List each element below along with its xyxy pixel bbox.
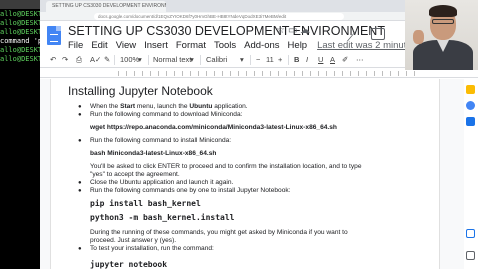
activity-trend-icon[interactable]: ⟋	[347, 28, 357, 45]
address-bar[interactable]: docs.google.com/document/d/1EQvZYIOKD6f7…	[94, 13, 344, 20]
horizontal-ruler	[40, 69, 478, 78]
wget-command: wget https://repo.anaconda.com/miniconda…	[90, 124, 337, 131]
menu-edit[interactable]: Edit	[91, 40, 107, 51]
terminal-line: command 'pip	[0, 37, 40, 45]
bullet-icon: ●	[78, 138, 82, 144]
document-body[interactable]: Installing Jupyter Notebook ● When the S…	[68, 84, 398, 269]
chevron-down-icon[interactable]: ▾	[190, 55, 194, 64]
terminal-line: allo@DESKT	[0, 46, 40, 54]
list-item: ● Close the Ubuntu application and launc…	[68, 179, 398, 187]
step-text: menu, launch the	[135, 103, 190, 110]
step-text-bold: Start	[120, 103, 136, 110]
tasks-icon[interactable]	[466, 101, 475, 110]
side-panel	[464, 79, 478, 269]
bullet-icon: ●	[78, 246, 82, 252]
highlight-icon[interactable]: ✐	[342, 55, 348, 64]
document-title[interactable]: SETTING UP CS3030 DEVELOPMENT ENVIRONMEN…	[68, 24, 385, 38]
jupyter-command: jupyter notebook	[90, 260, 168, 269]
bullet-icon: ●	[78, 188, 82, 194]
python-command: python3 -m bash_kernel.install	[90, 213, 235, 222]
more-options-icon[interactable]: ⋯	[356, 55, 364, 64]
font-select[interactable]: Calibri	[206, 55, 227, 64]
paragraph: proceed. Just answer y (yes).	[90, 237, 177, 244]
terminal-line: allo@DESKT	[0, 19, 40, 27]
spellcheck-icon[interactable]: A✓	[90, 55, 101, 64]
move-folder-icon[interactable]: ▭	[288, 25, 297, 36]
docs-logo-lines	[50, 34, 58, 42]
step-text: When the	[90, 103, 121, 110]
presenter-hand	[413, 30, 424, 44]
menu-tools[interactable]: Tools	[214, 40, 236, 51]
undo-icon[interactable]: ↶	[50, 55, 56, 64]
menu-view[interactable]: View	[116, 40, 136, 51]
menu-format[interactable]: Format	[176, 40, 206, 51]
paragraph: During the running of these commands, yo…	[90, 229, 348, 236]
terminal-window[interactable]: allo@DESKTallo@DESKTallo@DESKTcommand 'p…	[0, 0, 40, 269]
bash-command: bash Miniconda3-latest-Linux-x86_64.sh	[90, 150, 217, 157]
add-comment-icon[interactable]	[466, 229, 475, 238]
style-select[interactable]: Normal text	[153, 55, 191, 64]
step-text: To test your installation, run the comma…	[90, 245, 214, 252]
menu-help[interactable]: Help	[288, 40, 308, 51]
ruler-ticks	[118, 71, 418, 76]
comment-history-icon[interactable]	[371, 28, 385, 40]
toolbar-divider	[200, 55, 201, 65]
zoom-select[interactable]: 100%	[120, 55, 139, 64]
list-item: ● Run the following command to download …	[68, 111, 398, 119]
menu-bar: File Edit View Insert Format Tools Add-o…	[68, 40, 443, 51]
list-item: ● Run the following commands one by one …	[68, 187, 398, 195]
browser-tab[interactable]: SETTING UP CS3030 DEVELOPMENT ENVIRONMEN…	[46, 1, 166, 12]
section-heading: Installing Jupyter Notebook	[68, 84, 213, 98]
bullet-icon: ●	[78, 180, 82, 186]
step-text: Run the following commands one by one to…	[90, 187, 291, 194]
list-item: ● To test your installation, run the com…	[68, 245, 398, 253]
toolbar-divider	[148, 55, 149, 65]
explore-icon[interactable]	[466, 251, 475, 260]
terminal-line: allo@DESKT	[0, 28, 40, 36]
redo-icon[interactable]: ↷	[62, 55, 68, 64]
paragraph: "yes" to accept the agreement.	[90, 171, 180, 178]
paragraph: You'll be asked to click ENTER to procee…	[90, 163, 362, 170]
italic-icon[interactable]: I	[306, 55, 308, 64]
step-text: Run the following command to install Min…	[90, 137, 232, 144]
presenter-glasses	[432, 19, 454, 24]
step-text: application.	[212, 103, 248, 110]
menu-file[interactable]: File	[68, 40, 83, 51]
underline-icon[interactable]: U	[318, 55, 323, 64]
bold-icon[interactable]: B	[294, 55, 299, 64]
text-color-icon[interactable]: A	[330, 55, 335, 64]
list-item: ● When the Start menu, launch the Ubuntu…	[68, 103, 398, 111]
toolbar-divider	[114, 55, 115, 65]
font-size-input[interactable]: 11	[266, 55, 274, 64]
toolbar-divider	[250, 55, 251, 65]
terminal-line: allo@DESKT	[0, 10, 40, 18]
keep-icon[interactable]	[466, 85, 475, 94]
print-icon[interactable]: ⎙	[76, 55, 82, 65]
paint-format-icon[interactable]: ✎	[104, 55, 110, 64]
calendar-icon[interactable]	[466, 117, 475, 126]
list-item: ● Run the following command to install M…	[68, 137, 398, 145]
cloud-saved-icon[interactable]: ☁	[300, 25, 310, 36]
pip-command: pip install bash_kernel	[90, 199, 201, 208]
terminal-line: allo@DESKT	[0, 55, 40, 63]
webcam-overlay	[405, 0, 478, 70]
step-text: Close the Ubuntu application and launch …	[90, 179, 234, 186]
menu-add-ons[interactable]: Add-ons	[244, 40, 279, 51]
toolbar-divider	[288, 55, 289, 65]
chevron-down-icon[interactable]: ▾	[240, 55, 244, 64]
star-icon[interactable]: ☆	[276, 25, 285, 36]
google-docs-logo-icon[interactable]	[47, 26, 61, 45]
step-text: Run the following command to download Mi…	[90, 111, 243, 118]
bullet-icon: ●	[78, 112, 82, 118]
terminal-titlebar	[0, 0, 40, 9]
chevron-down-icon[interactable]: ▾	[138, 55, 142, 64]
bullet-icon: ●	[78, 104, 82, 110]
terminal-output: allo@DESKTallo@DESKTallo@DESKTcommand 'p…	[0, 9, 40, 64]
menu-insert[interactable]: Insert	[144, 40, 168, 51]
presenter-hair	[429, 5, 457, 17]
step-text-bold: Ubuntu	[189, 103, 213, 110]
font-size-decrease-icon[interactable]: −	[256, 55, 260, 64]
font-size-increase-icon[interactable]: +	[278, 55, 282, 64]
